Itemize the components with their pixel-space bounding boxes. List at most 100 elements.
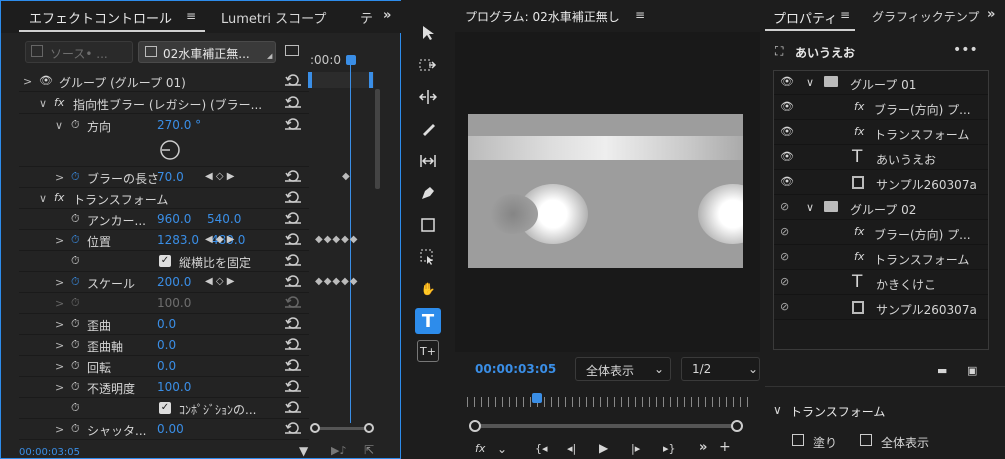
stopwatch-icon[interactable]: ⏱ — [71, 212, 80, 226]
blur-length-value[interactable]: 70.0 — [157, 170, 184, 184]
vertical-type-tool-icon[interactable]: T+ — [417, 340, 439, 362]
overflow-chevron-icon[interactable]: » — [987, 7, 996, 22]
effect-row-blur-length[interactable]: > ⏱ ブラーの長さ 70.0 ◀ ◇ ▶ — [19, 167, 309, 188]
sequence-dropdown[interactable]: 02水車補正無... ◢ — [138, 41, 276, 63]
eye-icon[interactable]: 👁 — [780, 75, 794, 88]
zoom-dropdown[interactable]: 全体表示 ⌄ — [575, 357, 671, 381]
stopwatch-icon[interactable]: ⏱ — [71, 401, 80, 415]
layer-row[interactable]: 👁 fx トランスフォーム — [774, 121, 988, 145]
fit-label[interactable]: 全体表示 — [881, 434, 929, 451]
stopwatch-icon[interactable]: ⏱ — [71, 380, 80, 394]
opacity-value[interactable]: 100.0 — [157, 380, 191, 394]
layer-row[interactable]: 👁 fx ブラー(方向) プ... — [774, 96, 988, 120]
effect-row-opacity[interactable]: > ⏱ 不透明度 100.0 — [19, 377, 309, 398]
step-back-icon[interactable]: ◂| — [567, 442, 576, 455]
reset-icon[interactable] — [285, 421, 301, 435]
play-audio-icon[interactable]: ▶♪ — [331, 444, 346, 457]
layer-row[interactable]: 👁 ∨ グループ 01 — [774, 71, 988, 95]
scroll-handle-right[interactable] — [731, 420, 743, 432]
stopwatch-icon[interactable]: ⏱ — [71, 422, 80, 436]
stopwatch-icon[interactable]: ⏱ — [71, 338, 80, 352]
direction-value[interactable]: 270.0 ° — [157, 118, 201, 132]
tab-graphic-templates[interactable]: グラフィックテンプ — [872, 8, 979, 25]
stopwatch-icon[interactable]: ⏱ — [71, 254, 80, 268]
toggle-timeline-icon[interactable] — [285, 45, 299, 56]
reset-icon[interactable] — [285, 358, 301, 372]
reset-icon[interactable] — [285, 316, 301, 330]
effect-row-position[interactable]: > ⏱ 位置 1283.0 480.0 ◀ ◆ ▶ — [19, 230, 309, 251]
keyframe-nav-icon[interactable]: ◀ ◇ ▶ — [205, 276, 234, 287]
stopwatch-active-icon[interactable]: ⏱ — [71, 170, 80, 184]
source-dropdown[interactable]: ソース• ... — [25, 41, 133, 63]
hand-tool-icon[interactable]: ✋ — [415, 276, 441, 302]
type-tool-icon[interactable]: T — [415, 308, 441, 334]
reset-icon[interactable] — [285, 274, 301, 288]
resolution-dropdown[interactable]: 1/2 ⌄ — [681, 357, 760, 381]
ripple-edit-tool-icon[interactable] — [415, 84, 441, 110]
effect-row-scale[interactable]: > ⏱ スケール 200.0 ◀ ◇ ▶ — [19, 272, 309, 293]
program-timecode[interactable]: 00:00:03:05 — [475, 362, 556, 376]
folder-icon[interactable]: ▬ — [937, 364, 947, 377]
track-select-tool-icon[interactable] — [415, 52, 441, 78]
reset-icon[interactable] — [285, 400, 301, 414]
new-layer-icon[interactable]: ▣ — [967, 364, 977, 377]
keyframe-nav-icon[interactable]: ◀ ◆ ▶ — [205, 234, 234, 245]
position-keyframes[interactable]: ◆◆◆◆◆ — [315, 234, 358, 245]
stopwatch-active-icon[interactable]: ⏱ — [71, 233, 80, 247]
effect-row-shutter-angle[interactable]: > ⏱ シャッタ... 0.00 — [19, 419, 309, 440]
program-viewer[interactable] — [455, 32, 760, 352]
overflow-chevron-icon[interactable]: » — [383, 8, 391, 23]
rotation-value[interactable]: 0.0 — [157, 359, 176, 373]
timeline-zoom-slider[interactable] — [310, 423, 376, 433]
more-options-icon[interactable]: ••• — [953, 42, 978, 58]
layer-row[interactable]: 👁 T あいうえお — [774, 146, 988, 170]
eye-icon[interactable]: 👁 — [780, 175, 794, 188]
rectangle-tool-icon[interactable] — [415, 212, 441, 238]
effect-row-anchor[interactable]: ⏱ アンカー... 960.0 540.0 — [19, 209, 309, 230]
effect-row-composition-shutter[interactable]: ⏱ ✓ ｺﾝﾎﾟｼﾞｼｮﾝの... — [19, 398, 309, 419]
reset-icon[interactable] — [285, 73, 301, 87]
eye-icon[interactable]: 👁 — [39, 74, 53, 87]
panel-menu-icon[interactable]: ≡ — [186, 9, 196, 23]
stopwatch-icon[interactable]: ⏱ — [71, 317, 80, 331]
fx-icon[interactable]: fx — [54, 96, 64, 109]
fx-icon[interactable]: fx — [475, 442, 485, 455]
step-forward-icon[interactable]: |▸ — [631, 442, 640, 455]
layer-row[interactable]: 👁 サンプル260307a — [774, 171, 988, 195]
anchor-x-value[interactable]: 960.0 — [157, 212, 191, 226]
scale-keyframes[interactable]: ◆◆◆◆◆ — [315, 276, 358, 287]
section-transform-title[interactable]: トランスフォーム — [790, 403, 885, 420]
export-icon[interactable]: ⇱ — [364, 443, 374, 457]
time-ruler[interactable] — [467, 397, 750, 407]
chevron-down-icon[interactable]: ∨ — [773, 403, 782, 417]
tab-lumetri-scopes[interactable]: Lumetri スコープ — [221, 8, 326, 27]
keyframe-nav-icon[interactable]: ◀ ◇ ▶ — [205, 171, 234, 182]
program-title[interactable]: プログラム: 02水車補正無し — [465, 8, 620, 25]
keyframe-icon[interactable]: ◆ — [342, 171, 350, 182]
play-icon[interactable]: ▶ — [599, 441, 608, 455]
panel-menu-icon[interactable]: ≡ — [635, 8, 645, 22]
eye-icon[interactable]: 👁 — [780, 150, 794, 163]
overflow-chevron-icon[interactable]: » — [699, 440, 707, 455]
effect-row-group[interactable]: > 👁 グループ (グループ 01) — [19, 71, 309, 92]
fit-frame-icon[interactable] — [860, 434, 872, 446]
add-button-icon[interactable]: + — [719, 439, 731, 455]
slip-tool-icon[interactable] — [415, 148, 441, 174]
reset-icon[interactable] — [285, 211, 301, 225]
chevron-down-icon[interactable]: ∨ — [806, 76, 814, 89]
reset-icon[interactable] — [285, 337, 301, 351]
layer-row[interactable]: ⊘ ∨ グループ 02 — [774, 196, 988, 220]
panel-menu-icon[interactable]: ≡ — [840, 8, 850, 22]
stopwatch-icon[interactable]: ⏱ — [71, 118, 80, 132]
zoom-handle-left[interactable] — [310, 423, 320, 433]
effect-row-rotation[interactable]: > ⏱ 回転 0.0 — [19, 356, 309, 377]
skew-axis-value[interactable]: 0.0 — [157, 338, 176, 352]
layer-row[interactable]: ⊘ T かきくけこ — [774, 271, 988, 295]
go-to-in-icon[interactable]: {◂ — [535, 442, 548, 455]
chevron-down-icon[interactable]: ⌄ — [497, 442, 507, 456]
stopwatch-active-icon[interactable]: ⏱ — [71, 275, 80, 289]
eye-hidden-icon[interactable]: ⊘ — [780, 200, 789, 213]
effect-row-transform[interactable]: ∨ fx トランスフォーム — [19, 188, 309, 209]
layer-row[interactable]: ⊘ サンプル260307a — [774, 296, 988, 320]
pen-tool-icon[interactable] — [415, 180, 441, 206]
